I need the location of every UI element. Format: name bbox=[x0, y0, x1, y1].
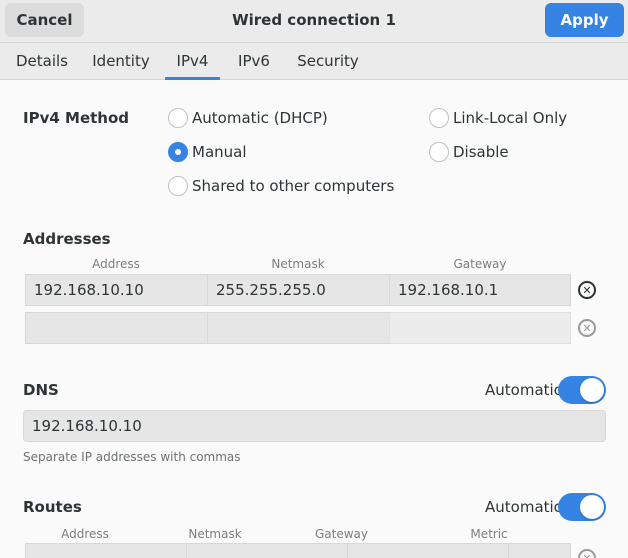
address-input[interactable]: 192.168.10.10 bbox=[25, 274, 208, 306]
route-gateway-input[interactable] bbox=[347, 543, 509, 558]
radio-button[interactable] bbox=[168, 108, 188, 128]
routes-column-header-address: Address bbox=[61, 527, 109, 541]
header-bar: Cancel Wired connection 1 Apply bbox=[0, 0, 628, 43]
dns-automatic-toggle[interactable] bbox=[558, 376, 606, 404]
netmask-input-empty[interactable] bbox=[207, 312, 390, 344]
radio-button[interactable] bbox=[429, 142, 449, 162]
radio-manual[interactable]: Manual bbox=[168, 142, 247, 162]
tab-ipv6[interactable]: IPv6 bbox=[232, 43, 276, 80]
dns-automatic-label: Automatic bbox=[485, 381, 562, 399]
radio-label: Shared to other computers bbox=[192, 177, 395, 195]
dns-input[interactable]: 192.168.10.10 bbox=[23, 410, 606, 442]
route-metric-input[interactable] bbox=[508, 543, 571, 558]
apply-button[interactable]: Apply bbox=[545, 3, 624, 37]
route-address-input[interactable] bbox=[25, 543, 187, 558]
addresses-label: Addresses bbox=[23, 230, 111, 248]
tab-security[interactable]: Security bbox=[292, 43, 364, 80]
delete-route-icon: ✕ bbox=[578, 549, 596, 558]
toggle-knob bbox=[580, 378, 604, 402]
gateway-input[interactable]: 192.168.10.1 bbox=[389, 274, 571, 306]
gateway-input-empty[interactable] bbox=[389, 312, 571, 344]
netmask-input[interactable]: 255.255.255.0 bbox=[207, 274, 390, 306]
dns-hint: Separate IP addresses with commas bbox=[23, 450, 241, 464]
routes-column-header-metric: Metric bbox=[470, 527, 508, 541]
column-header-gateway: Gateway bbox=[453, 257, 507, 271]
radio-automatic-dhcp[interactable]: Automatic (DHCP) bbox=[168, 108, 328, 128]
routes-label: Routes bbox=[23, 498, 82, 516]
routes-column-header-gateway: Gateway bbox=[314, 527, 368, 541]
column-header-address: Address bbox=[92, 257, 140, 271]
routes-automatic-label: Automatic bbox=[485, 498, 562, 516]
radio-disable[interactable]: Disable bbox=[429, 142, 509, 162]
radio-button[interactable] bbox=[168, 176, 188, 196]
tab-details[interactable]: Details bbox=[9, 43, 75, 80]
tab-ipv4[interactable]: IPv4 bbox=[165, 43, 220, 80]
radio-shared[interactable]: Shared to other computers bbox=[168, 176, 394, 196]
address-input-empty[interactable] bbox=[25, 312, 208, 344]
tab-bar: Details Identity IPv4 IPv6 Security bbox=[0, 43, 628, 80]
window-title: Wired connection 1 bbox=[232, 11, 396, 29]
route-netmask-input[interactable] bbox=[186, 543, 348, 558]
radio-label: Automatic (DHCP) bbox=[192, 109, 328, 127]
radio-label: Manual bbox=[192, 143, 247, 161]
ipv4-method-label: IPv4 Method bbox=[23, 109, 130, 127]
column-header-netmask: Netmask bbox=[271, 257, 325, 271]
radio-button-checked[interactable] bbox=[168, 142, 188, 162]
dns-label: DNS bbox=[23, 381, 59, 399]
routes-column-header-netmask: Netmask bbox=[188, 527, 242, 541]
radio-label: Link-Local Only bbox=[453, 109, 568, 127]
toggle-knob bbox=[580, 495, 604, 519]
radio-button[interactable] bbox=[429, 108, 449, 128]
radio-label: Disable bbox=[453, 143, 509, 161]
tab-identity[interactable]: Identity bbox=[88, 43, 154, 80]
radio-link-local[interactable]: Link-Local Only bbox=[429, 108, 567, 128]
delete-address-icon[interactable]: ✕ bbox=[578, 281, 596, 299]
delete-address-icon-disabled: ✕ bbox=[578, 319, 596, 337]
routes-automatic-toggle[interactable] bbox=[558, 493, 606, 521]
